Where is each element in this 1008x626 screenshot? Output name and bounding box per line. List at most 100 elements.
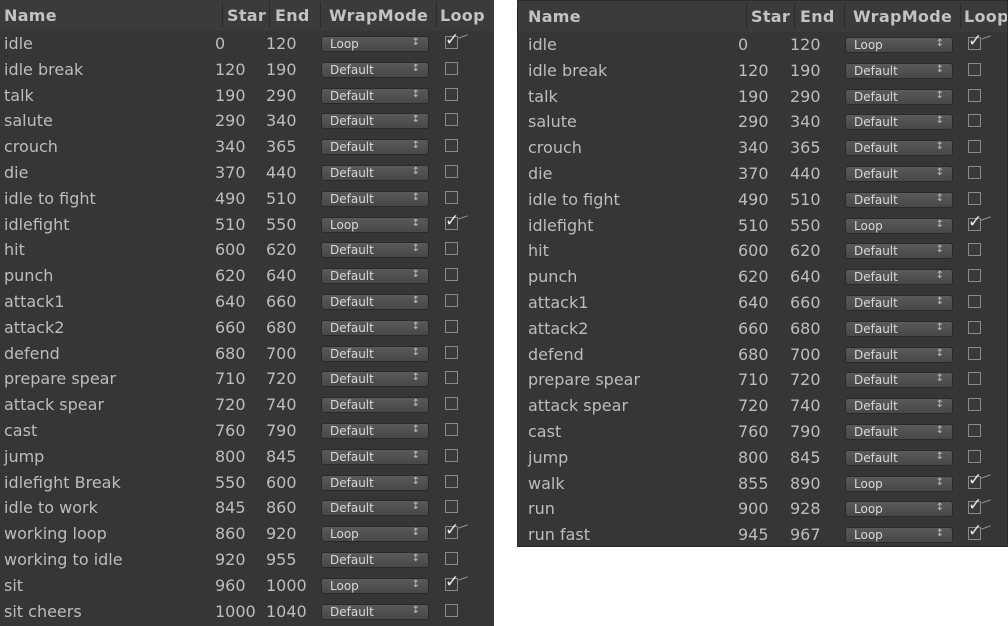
clip-row[interactable]: salute 290 340 Default ↕ [518,109,1007,135]
wrapmode-dropdown[interactable]: Default ↕ [845,114,953,131]
clip-row[interactable]: die 370 440 Default ↕ [0,160,494,186]
loop-checkbox[interactable] [445,603,458,617]
clip-end-field[interactable]: 440 [266,163,297,182]
clip-start-field[interactable]: 290 [738,112,769,131]
loop-checkbox[interactable]: ✓ [445,522,468,540]
clip-start-field[interactable]: 120 [738,61,769,80]
clip-end-field[interactable]: 660 [790,293,821,312]
clip-start-field[interactable]: 340 [215,137,246,156]
clip-name-field[interactable]: attack spear [4,395,104,414]
loop-checkbox[interactable] [968,320,981,334]
clip-start-field[interactable]: 290 [215,111,246,130]
loop-checkbox[interactable] [445,293,458,307]
clip-row[interactable]: jump 800 845 Default ↕ [0,444,494,470]
clip-start-field[interactable]: 550 [215,473,246,492]
wrapmode-dropdown[interactable]: Default ↕ [845,320,953,337]
clip-end-field[interactable]: 365 [790,138,821,157]
clip-row[interactable]: punch 620 640 Default ↕ [0,263,494,289]
clip-row[interactable]: idlefight 510 550 Loop ↕ ✓ [0,212,494,238]
clip-row[interactable]: hit 600 620 Default ↕ [0,237,494,263]
loop-checkbox[interactable]: ✓ [968,213,991,231]
loop-checkbox[interactable] [445,139,458,153]
clip-row[interactable]: attack spear 720 740 Default ↕ [518,393,1007,419]
clip-name-field[interactable]: crouch [4,137,58,156]
clip-name-field[interactable]: idle break [528,61,607,80]
clip-row[interactable]: idle break 120 190 Default ↕ [518,58,1007,84]
wrapmode-dropdown[interactable]: Default ↕ [321,113,429,130]
clip-start-field[interactable]: 800 [738,448,769,467]
clip-row[interactable]: talk 190 290 Default ↕ [518,84,1007,110]
clip-end-field[interactable]: 928 [790,499,821,518]
clip-row[interactable]: attack2 660 680 Default ↕ [0,315,494,341]
wrapmode-dropdown[interactable]: Default ↕ [845,449,953,466]
clip-row[interactable]: prepare spear 710 720 Default ↕ [0,366,494,392]
wrapmode-dropdown[interactable]: Default ↕ [321,139,429,156]
clip-start-field[interactable]: 680 [215,344,246,363]
loop-checkbox[interactable] [445,371,458,385]
clip-end-field[interactable]: 740 [266,395,297,414]
loop-checkbox[interactable] [968,243,981,257]
clip-end-field[interactable]: 1040 [266,602,307,621]
clip-row[interactable]: idle break 120 190 Default ↕ [0,57,494,83]
column-divider[interactable] [222,2,223,28]
clip-name-field[interactable]: talk [528,87,558,106]
wrapmode-dropdown[interactable]: Loop ↕ [845,217,953,234]
clip-row[interactable]: attack spear 720 740 Default ↕ [0,392,494,418]
clip-row[interactable]: cast 760 790 Default ↕ [518,419,1007,445]
clip-end-field[interactable]: 620 [790,241,821,260]
clip-name-field[interactable]: walk [528,474,565,493]
clip-row[interactable]: idle to fight 490 510 Default ↕ [518,187,1007,213]
clip-row[interactable]: attack1 640 660 Default ↕ [518,290,1007,316]
clip-end-field[interactable]: 967 [790,525,821,544]
clip-start-field[interactable]: 120 [215,60,246,79]
clip-end-field[interactable]: 700 [790,345,821,364]
wrapmode-dropdown[interactable]: Loop ↕ [845,37,953,53]
column-divider[interactable] [320,2,321,28]
wrapmode-dropdown[interactable]: Default ↕ [321,164,429,181]
clip-end-field[interactable]: 120 [790,35,821,54]
clip-end-field[interactable]: 845 [790,448,821,467]
loop-checkbox[interactable] [445,500,458,514]
clip-row[interactable]: run fast 945 967 Loop ↕ ✓ [518,522,1007,546]
clip-end-field[interactable]: 860 [266,498,297,517]
wrapmode-dropdown[interactable]: Default ↕ [321,474,429,491]
clip-name-field[interactable]: attack2 [528,319,588,338]
clip-row[interactable]: crouch 340 365 Default ↕ [518,135,1007,161]
loop-checkbox[interactable] [968,165,981,179]
clip-name-field[interactable]: idle [4,34,33,53]
clip-name-field[interactable]: idlefight [4,215,70,234]
clip-end-field[interactable]: 740 [790,396,821,415]
loop-checkbox[interactable] [445,474,458,488]
clip-name-field[interactable]: punch [528,267,577,286]
clip-name-field[interactable]: attack1 [528,293,588,312]
clip-start-field[interactable]: 370 [738,164,769,183]
loop-checkbox[interactable]: ✓ [968,33,991,50]
clip-end-field[interactable]: 190 [266,60,297,79]
wrapmode-dropdown[interactable]: Default ↕ [845,372,953,389]
loop-checkbox[interactable] [968,423,981,437]
clip-row[interactable]: idlefight Break 550 600 Default ↕ [0,470,494,496]
clip-end-field[interactable]: 790 [266,421,297,440]
clip-name-field[interactable]: working to idle [4,550,123,569]
clip-row[interactable]: talk 190 290 Default ↕ [0,83,494,109]
clip-end-field[interactable]: 365 [266,137,297,156]
clip-start-field[interactable]: 340 [738,138,769,157]
loop-checkbox[interactable] [968,62,981,76]
clip-name-field[interactable]: idlefight Break [4,473,121,492]
clip-start-field[interactable]: 960 [215,576,246,595]
clip-name-field[interactable]: hit [528,241,549,260]
wrapmode-dropdown[interactable]: Loop ↕ [845,527,953,544]
clip-name-field[interactable]: defend [4,344,60,363]
wrapmode-dropdown[interactable]: Default ↕ [845,346,953,363]
clip-start-field[interactable]: 845 [215,498,246,517]
loop-checkbox[interactable] [968,449,981,463]
clip-start-field[interactable]: 600 [215,240,246,259]
clip-start-field[interactable]: 620 [215,266,246,285]
loop-checkbox[interactable]: ✓ [445,212,468,230]
loop-checkbox[interactable]: ✓ [445,32,468,49]
wrapmode-dropdown[interactable]: Default ↕ [321,319,429,336]
loop-checkbox[interactable] [445,113,458,127]
clip-name-field[interactable]: idle break [4,60,83,79]
loop-checkbox[interactable] [445,164,458,178]
loop-checkbox[interactable] [445,242,458,256]
